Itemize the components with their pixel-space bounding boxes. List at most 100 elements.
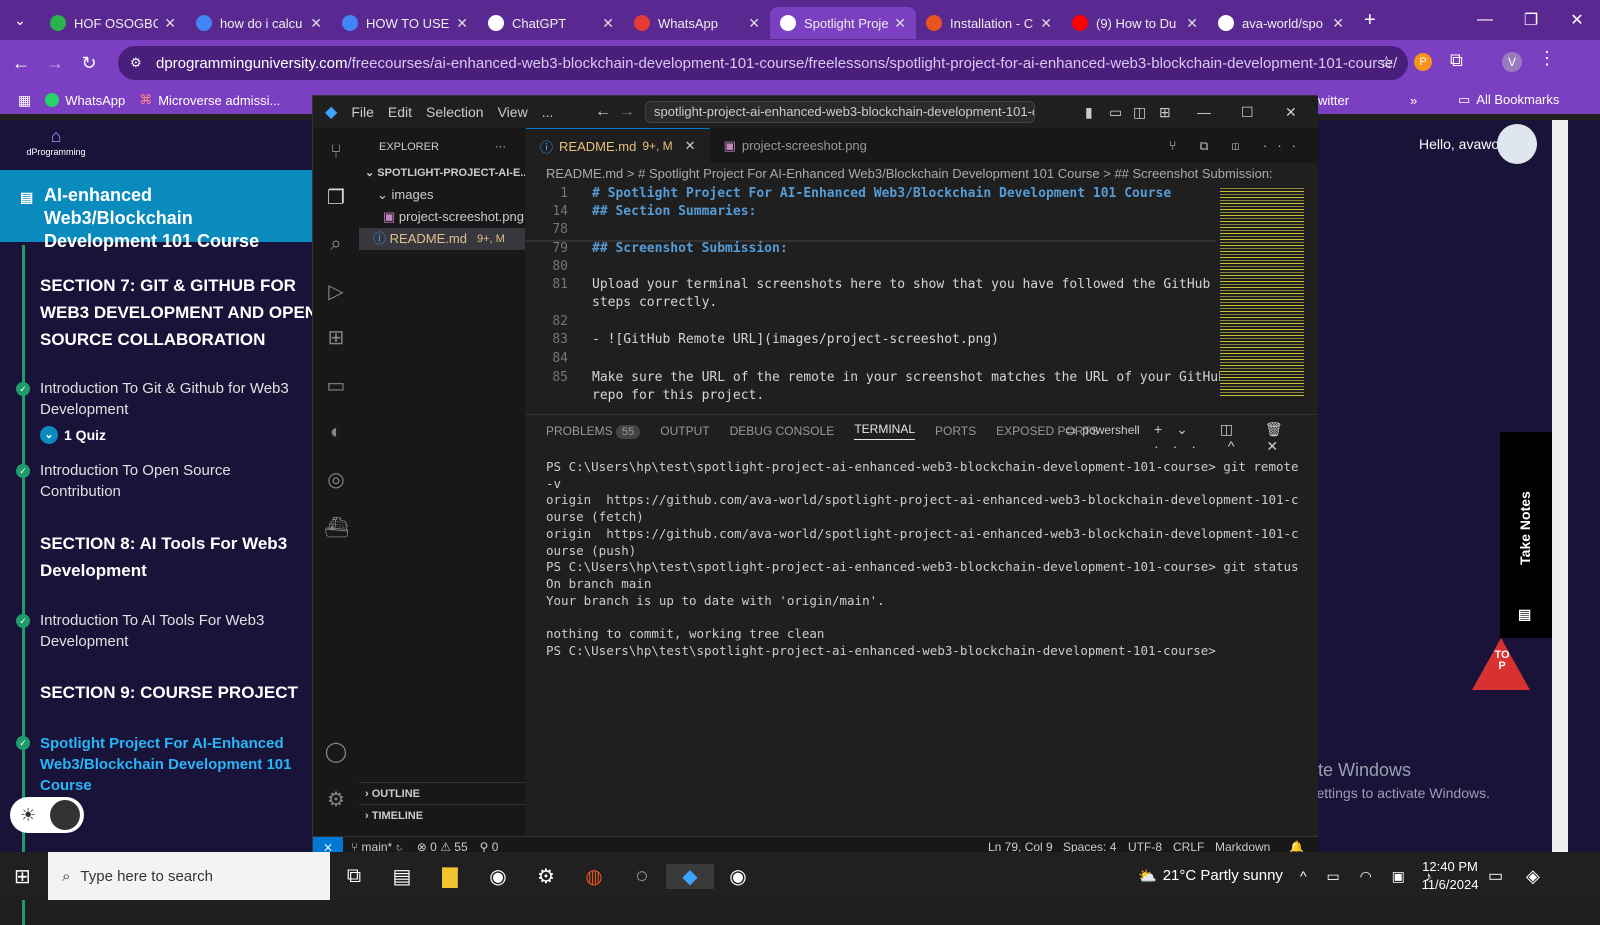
tab-close-icon[interactable]: ✕ xyxy=(310,15,322,32)
run-debug-icon[interactable]: ▷ xyxy=(324,280,348,304)
tab-close-icon[interactable]: ✕ xyxy=(685,138,696,154)
file-readme[interactable]: ⓘ README.md 9+, M xyxy=(359,228,525,250)
course-title[interactable]: ▤ AI-enhanced Web3/Blockchain Developmen… xyxy=(0,170,320,251)
panel-tab-problems[interactable]: PROBLEMS 55 xyxy=(546,424,641,439)
section-8-title[interactable]: SECTION 8: AI Tools For Web3 Development xyxy=(40,530,320,584)
editor-actions[interactable]: ⑂ ⧉ ◫ ··· xyxy=(1169,128,1318,163)
timeline-section[interactable]: › TIMELINE xyxy=(359,804,525,826)
customize-layout-icon[interactable]: ⊞ xyxy=(1159,104,1171,121)
outline-section[interactable]: › OUTLINE xyxy=(359,782,525,804)
browser-tab[interactable]: HOW TO USE C✕ xyxy=(332,7,478,39)
chrome-profile-icon[interactable]: ◉ xyxy=(714,864,762,889)
panel-actions[interactable]: +⌄ ◫ 🗑 ··· ^ ✕ xyxy=(1154,421,1318,455)
lesson-open-source[interactable]: Introduction To Open Source Contribution xyxy=(40,460,310,502)
tab-project-screenshot[interactable]: ▣ project-screeshot.png xyxy=(710,128,881,163)
extensions-icon[interactable]: ⊞ xyxy=(324,326,348,350)
browser-tab[interactable]: ChatGPT ✕ xyxy=(478,7,624,39)
browser-tab[interactable]: ava-world/spo ✕ xyxy=(1208,7,1354,39)
notifications-icon[interactable]: ▭ xyxy=(1488,866,1503,886)
command-center[interactable]: spotlight-project-ai-enhanced-web3-block… xyxy=(645,101,1035,123)
new-tab-button[interactable]: + xyxy=(1364,9,1376,32)
tab-readme[interactable]: ⓘ README.md 9+, M ✕ xyxy=(526,128,710,163)
code-line[interactable]: 79 ## Screenshot Submission: xyxy=(526,240,1216,256)
notepad-icon[interactable]: ▤ xyxy=(378,864,426,889)
all-bookmarks[interactable]: ▭ All Bookmarks xyxy=(1458,92,1559,108)
tab-close-icon[interactable]: ✕ xyxy=(1186,15,1198,32)
toggle-sidebar-icon[interactable]: ▮ xyxy=(1085,104,1093,121)
theme-toggle[interactable]: ☀ xyxy=(10,797,84,833)
lesson-spotlight-active[interactable]: Spotlight Project For AI-Enhanced Web3/B… xyxy=(40,733,310,796)
ubuntu-icon[interactable]: ◍ xyxy=(570,864,618,889)
browser-tab[interactable]: (9) How to Du ✕ xyxy=(1062,7,1208,39)
clock[interactable]: 12:40 PM 11/6/2024 xyxy=(1420,858,1480,894)
bookmark-whatsapp[interactable]: WhatsApp xyxy=(45,93,125,108)
menu-more[interactable]: ... xyxy=(542,104,554,120)
vscode-minimize-icon[interactable]: — xyxy=(1197,104,1211,120)
app-circle-icon[interactable]: ◌ xyxy=(618,865,666,888)
panel-tab-output[interactable]: OUTPUT xyxy=(660,424,709,438)
menu-view[interactable]: View xyxy=(498,104,528,120)
browser-tab[interactable]: Spotlight Proje ✕ xyxy=(770,7,916,39)
weather-widget[interactable]: ⛅ 21°C Partly sunny xyxy=(1138,867,1283,885)
page-scrollbar[interactable] xyxy=(1552,120,1568,860)
toggle-panel-icon[interactable]: ▭ xyxy=(1109,104,1122,121)
source-control-icon[interactable]: ⑂ xyxy=(324,140,348,164)
bookmarks-overflow-icon[interactable]: » xyxy=(1410,93,1417,108)
browser-tab[interactable]: WhatsApp ✕ xyxy=(624,7,770,39)
address-bar[interactable]: ⚙ dprogramminguniversity.com/freecourses… xyxy=(118,46,1408,80)
forward-icon[interactable]: → xyxy=(38,53,72,74)
taskbar-search[interactable]: ⌕ Type here to search xyxy=(48,852,330,900)
reload-icon[interactable]: ↻ xyxy=(72,53,106,74)
workspace-folder[interactable]: ⌄ SPOTLIGHT-PROJECT-AI-E... xyxy=(359,162,525,184)
bookmark-microverse[interactable]: ⌘ Microverse admissi... xyxy=(139,92,280,108)
tab-close-icon[interactable]: ✕ xyxy=(456,15,468,32)
shell-selector[interactable]: ▭ powershell xyxy=(1065,423,1140,437)
toggle-secondary-sidebar-icon[interactable]: ◫ xyxy=(1133,104,1146,121)
chrome-icon[interactable]: ◉ xyxy=(474,864,522,889)
user-avatar[interactable] xyxy=(1497,124,1537,164)
menu-file[interactable]: File xyxy=(351,104,374,120)
browser-tab[interactable]: how do i calcu ✕ xyxy=(186,7,332,39)
tab-close-icon[interactable]: ✕ xyxy=(602,15,614,32)
quiz-toggle[interactable]: ⌄ 1 Quiz xyxy=(40,426,106,444)
browser-tab[interactable]: HOF OSOGBO ✕ xyxy=(40,7,186,39)
tab-close-icon[interactable]: ✕ xyxy=(164,15,176,32)
github-icon[interactable]: ◐ xyxy=(324,420,348,444)
explorer-more-icon[interactable]: ··· xyxy=(495,136,506,158)
section-9-title[interactable]: SECTION 9: COURSE PROJECT xyxy=(40,679,320,706)
remote-explorer-icon[interactable]: ▭ xyxy=(324,374,348,398)
minimap[interactable] xyxy=(1220,186,1304,396)
explorer-icon[interactable]: ❐ xyxy=(324,186,348,210)
panel-tab-debug-console[interactable]: DEBUG CONSOLE xyxy=(730,424,835,438)
tab-close-icon[interactable]: ✕ xyxy=(748,15,760,32)
restore-icon[interactable]: ❐ xyxy=(1508,10,1554,30)
accounts-icon[interactable]: ◯ xyxy=(324,740,348,764)
browser-tab[interactable]: Installation - C ✕ xyxy=(916,7,1062,39)
extension-icon[interactable]: P xyxy=(1414,53,1432,71)
windows-start-icon[interactable]: ⊞ xyxy=(14,864,31,889)
vscode-close-icon[interactable]: ✕ xyxy=(1285,104,1297,121)
menu-selection[interactable]: Selection xyxy=(426,104,484,120)
system-tray-icons[interactable]: ^ ▭ ◠ ▣ ♪ xyxy=(1300,868,1440,885)
browser-menu-icon[interactable]: ⋮ xyxy=(1538,48,1556,69)
lesson-ai-tools[interactable]: Introduction To AI Tools For Web3 Develo… xyxy=(40,610,310,652)
copilot-icon[interactable]: ◈ xyxy=(1526,866,1540,887)
app-icon[interactable]: ⚙ xyxy=(522,864,570,889)
menu-edit[interactable]: Edit xyxy=(388,104,412,120)
docker-icon[interactable]: ⛴ xyxy=(324,516,349,540)
file-project-screenshot[interactable]: ▣ project-screeshot.png xyxy=(359,206,525,228)
site-logo[interactable]: ⌂ dProgramming xyxy=(16,126,96,157)
tab-search-icon[interactable]: ⌄ xyxy=(0,12,40,29)
apps-grid-icon[interactable]: ▦ xyxy=(18,92,31,109)
folder-images[interactable]: ⌄ images xyxy=(359,184,525,206)
tab-close-icon[interactable]: ✕ xyxy=(894,15,906,32)
section-7-title[interactable]: SECTION 7: GIT & GITHUB FOR WEB3 DEVELOP… xyxy=(40,272,320,353)
manage-gear-icon[interactable]: ⚙ xyxy=(324,788,348,812)
panel-tab-ports[interactable]: PORTS xyxy=(935,424,976,438)
vscode-taskbar-icon[interactable]: ◆ xyxy=(666,863,714,889)
back-icon[interactable]: ← xyxy=(4,53,38,74)
nav-back-icon[interactable]: ← xyxy=(595,103,611,121)
bookmark-star-icon[interactable]: ☆ xyxy=(1379,53,1394,73)
edge-icon[interactable]: ◎ xyxy=(324,468,348,492)
task-view-icon[interactable]: ⧉ xyxy=(330,865,378,888)
